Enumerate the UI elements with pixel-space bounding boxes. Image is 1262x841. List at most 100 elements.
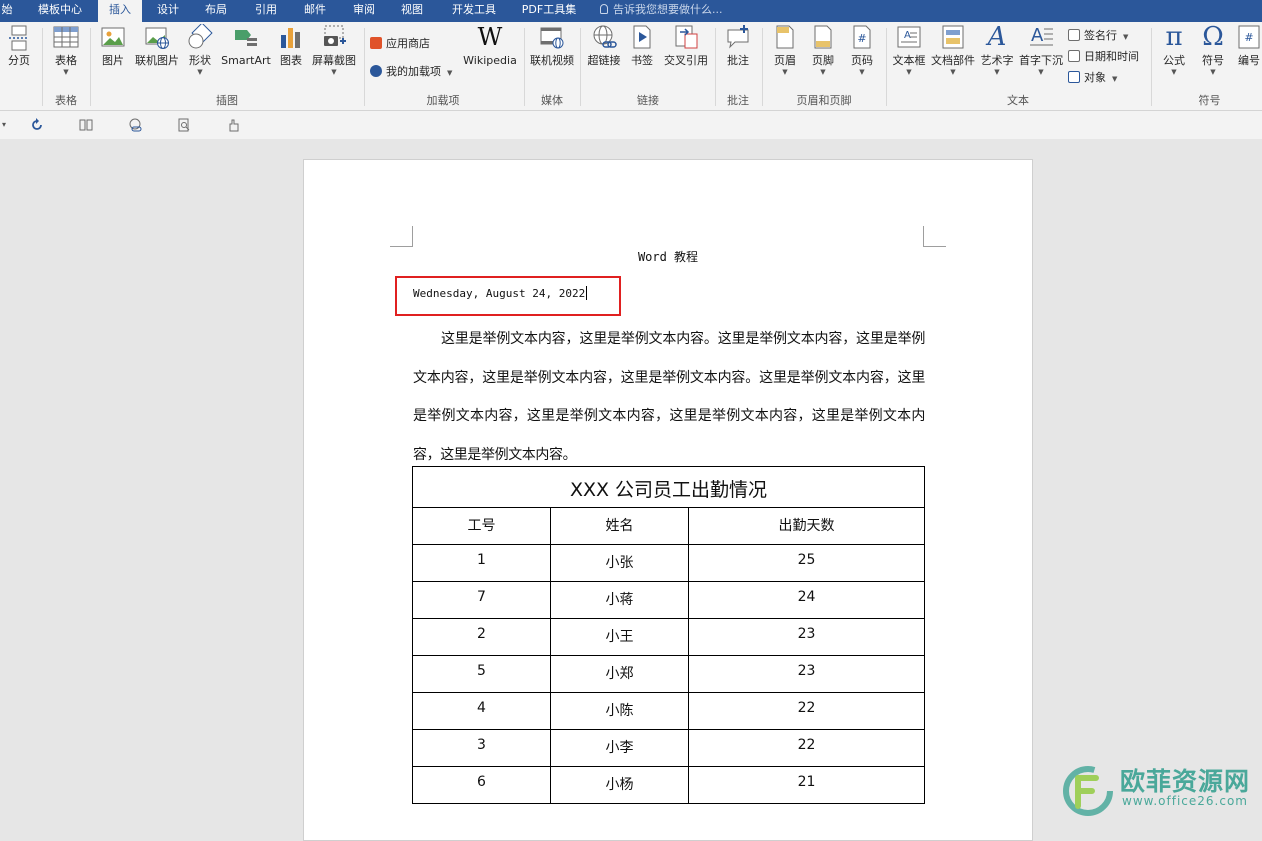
tab-insert[interactable]: 插入 [98, 0, 142, 22]
comment-button[interactable]: 批注 [720, 24, 756, 68]
table-cell[interactable]: 小陈 [550, 692, 689, 730]
shapes-button[interactable]: 形状 ▼ [184, 22, 216, 76]
table-title[interactable]: XXX 公司员工出勤情况 [412, 466, 925, 508]
tab-home[interactable]: 始 [0, 0, 14, 22]
ribbon-insert: 分页 表格 ▼ 表格 图片 联机图片 形状 ▼ SmartArt 图表 屏幕截图… [0, 22, 1262, 111]
document-page[interactable]: Word 教程 Wednesday, August 24, 2022 这里是举例… [303, 159, 1033, 841]
group-header-footer-label: 页眉和页脚 [796, 94, 852, 107]
tell-me-search[interactable]: 告诉我您想要做什么... [600, 0, 723, 22]
table-cell[interactable]: 5 [412, 655, 551, 693]
table-cell[interactable]: 1 [412, 544, 551, 582]
tab-developer[interactable]: 开发工具 [446, 0, 502, 22]
numbering-button[interactable]: # 编号 [1236, 24, 1262, 68]
group-symbols-label: 符号 [1198, 94, 1221, 107]
page-break-button[interactable]: 分页 [2, 24, 36, 68]
body-paragraph[interactable]: 这里是举例文本内容，这里是举例文本内容。这里是举例文本内容，这里是举例文本内容，… [413, 320, 925, 474]
camera-icon [321, 24, 347, 50]
app-store-button[interactable]: 应用商店 [370, 36, 430, 52]
chevron-down-icon: ▼ [1112, 75, 1118, 83]
text-box-button[interactable]: A 文本框 ▼ [891, 24, 927, 76]
numbering-icon: # [1236, 24, 1262, 50]
web-link-icon[interactable] [128, 118, 142, 132]
ribbon-tab-bar: 始 模板中心 插入 设计 布局 引用 邮件 审阅 视图 开发工具 PDF工具集 … [0, 0, 1262, 22]
chevron-down-icon[interactable]: ▾ [2, 118, 16, 132]
date-field[interactable]: Wednesday, August 24, 2022 [413, 286, 588, 300]
tab-pdf-tools[interactable]: PDF工具集 [516, 0, 582, 22]
my-addins-button[interactable]: 我的加载项 ▼ [370, 64, 452, 81]
screenshot-button[interactable]: 屏幕截图 ▼ [308, 24, 360, 76]
tab-template-center[interactable]: 模板中心 [30, 0, 90, 22]
tab-layout[interactable]: 布局 [198, 0, 234, 22]
page-header-text[interactable]: Word 教程 [414, 248, 922, 265]
print-preview-icon[interactable] [177, 118, 191, 132]
table-header-cell[interactable]: 工号 [412, 507, 551, 545]
drop-cap-button[interactable]: A 首字下沉 ▼ [1017, 24, 1065, 76]
table-cell[interactable]: 小李 [550, 729, 689, 767]
table-cell[interactable]: 3 [412, 729, 551, 767]
hyperlink-button[interactable]: 超链接 [585, 24, 623, 68]
cross-reference-button[interactable]: 交叉引用 [661, 24, 711, 68]
table-cell[interactable]: 21 [688, 766, 925, 804]
quick-parts-button[interactable]: 文档部件 ▼ [929, 24, 977, 76]
signature-line-button[interactable]: 签名行 ▼ [1068, 28, 1128, 45]
watermark-logo-icon [1063, 766, 1113, 816]
tab-references[interactable]: 引用 [248, 0, 284, 22]
touch-mode-icon[interactable] [226, 118, 240, 132]
group-media-label: 媒体 [541, 94, 563, 107]
smartart-button[interactable]: SmartArt [220, 24, 272, 68]
tab-design[interactable]: 设计 [150, 0, 186, 22]
table-cell[interactable]: 小张 [550, 544, 689, 582]
chevron-down-icon: ▼ [1123, 33, 1129, 41]
table-cell[interactable]: 小郑 [550, 655, 689, 693]
table-cell[interactable]: 25 [688, 544, 925, 582]
tell-me-placeholder: 告诉我您想要做什么... [613, 3, 723, 16]
table-button[interactable]: 表格 ▼ [48, 24, 84, 76]
video-icon [539, 24, 565, 50]
table-cell[interactable]: 7 [412, 581, 551, 619]
table-cell[interactable]: 6 [412, 766, 551, 804]
online-video-button[interactable]: 联机视频 [528, 24, 576, 68]
footer-icon [810, 24, 836, 50]
chart-button[interactable]: 图表 [276, 24, 306, 68]
table-header-cell[interactable]: 出勤天数 [688, 507, 925, 545]
wordart-button[interactable]: A 艺术字 ▼ [979, 24, 1015, 76]
table-cell[interactable]: 22 [688, 692, 925, 730]
picture-label: 图片 [102, 54, 124, 67]
table-cell[interactable]: 小蒋 [550, 581, 689, 619]
online-picture-button[interactable]: 联机图片 [133, 24, 181, 68]
wikipedia-button[interactable]: W Wikipedia [462, 24, 518, 68]
table-cell[interactable]: 23 [688, 618, 925, 656]
table-cell[interactable]: 24 [688, 581, 925, 619]
text-box-label: 文本框 [892, 54, 926, 67]
chart-icon [278, 24, 304, 50]
symbol-button[interactable]: Ω 符号 ▼ [1196, 24, 1230, 76]
svg-text:#: # [857, 32, 866, 45]
attendance-table[interactable]: XXX 公司员工出勤情况 工号 姓名 出勤天数 1 小张 25 7 小蒋 2 4 … [412, 466, 925, 804]
table-cell[interactable]: 小王 [550, 618, 689, 656]
table-label: 表格 [55, 54, 77, 67]
table-cell[interactable]: 2 [412, 618, 551, 656]
refresh-icon[interactable] [30, 118, 44, 132]
object-button[interactable]: 对象 ▼ [1068, 70, 1117, 87]
table-header-cell[interactable]: 姓名 [550, 507, 689, 545]
chevron-down-icon: ▼ [1038, 68, 1044, 76]
tab-review[interactable]: 审阅 [346, 0, 382, 22]
equation-label: 公式 [1163, 54, 1185, 67]
date-time-button[interactable]: 日期和时间 [1068, 49, 1139, 65]
bookmark-button[interactable]: 书签 [626, 24, 658, 68]
object-label: 对象 [1084, 71, 1106, 84]
table-cell[interactable]: 23 [688, 655, 925, 693]
table-cell[interactable]: 小杨 [550, 766, 689, 804]
tab-view[interactable]: 视图 [394, 0, 430, 22]
page-number-button[interactable]: # 页码 ▼ [845, 24, 879, 76]
picture-icon [100, 24, 126, 50]
equation-button[interactable]: π 公式 ▼ [1157, 24, 1191, 76]
table-cell[interactable]: 22 [688, 729, 925, 767]
table-cell[interactable]: 4 [412, 692, 551, 730]
table-row: 6 小杨 21 [412, 766, 925, 804]
header-button[interactable]: 页眉 ▼ [768, 24, 802, 76]
tab-mailings[interactable]: 邮件 [297, 0, 333, 22]
two-pages-icon[interactable] [79, 118, 93, 132]
footer-button[interactable]: 页脚 ▼ [806, 24, 840, 76]
picture-button[interactable]: 图片 [96, 24, 130, 68]
